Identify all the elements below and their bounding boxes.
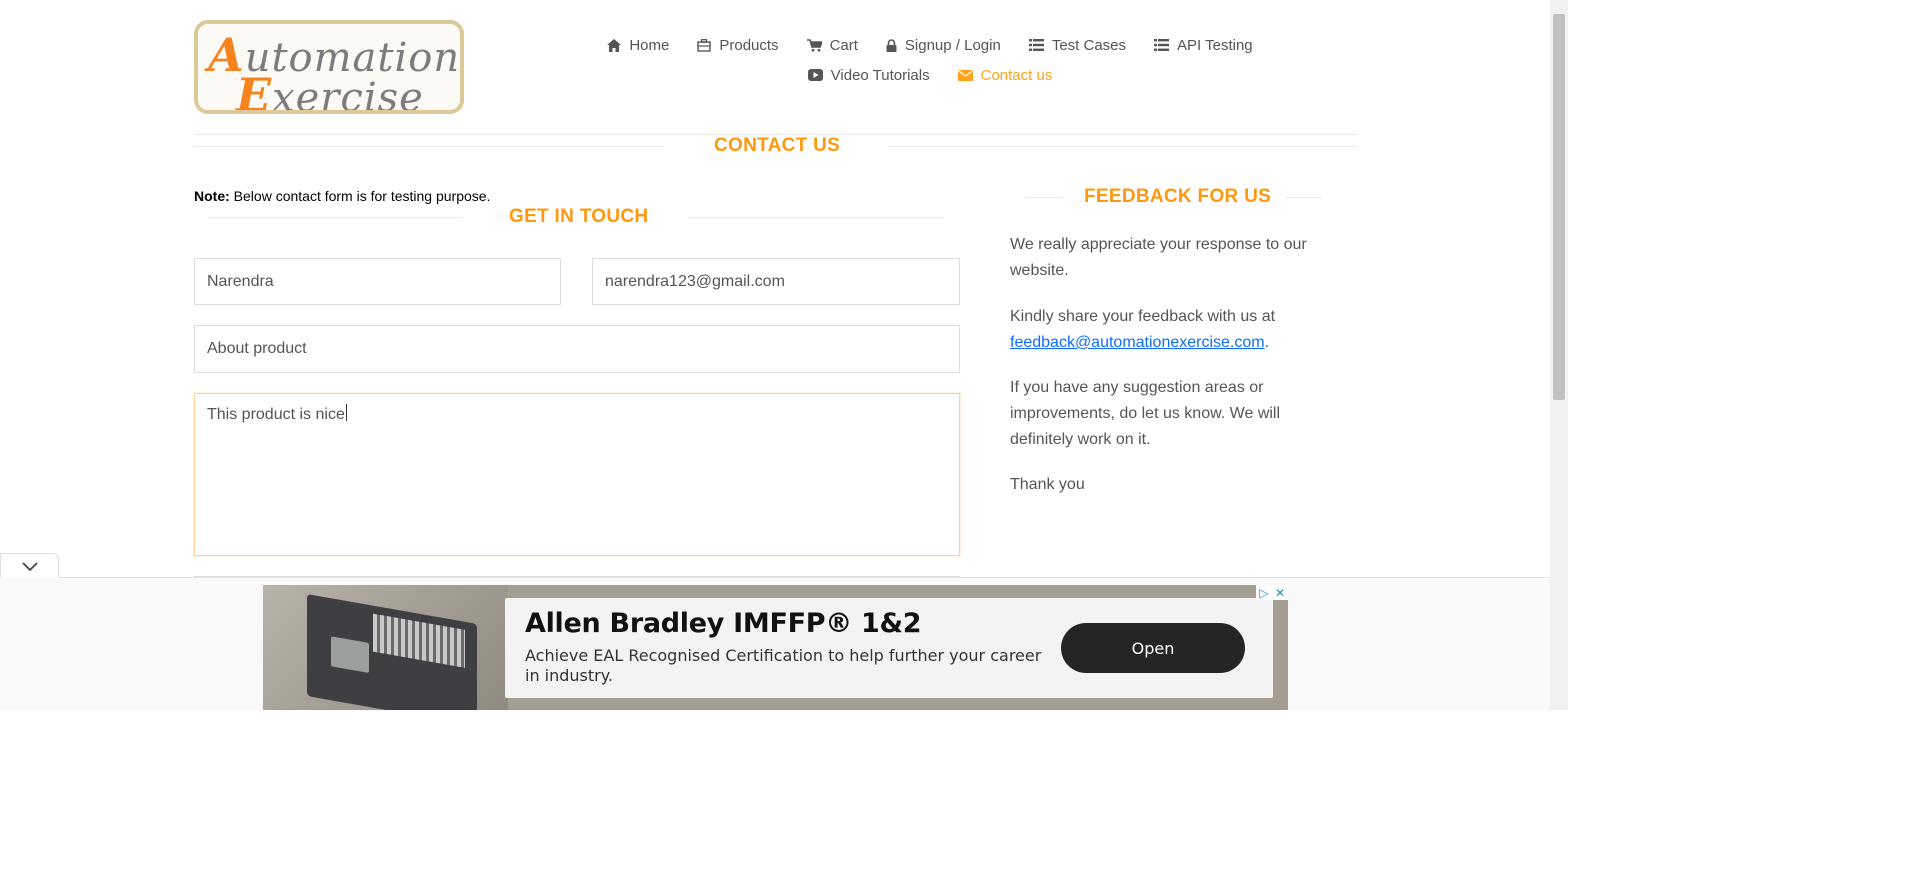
feedback-paragraph-2: Kindly share your feedback with us at fe… [1010, 308, 1276, 351]
envelope-icon [957, 69, 973, 81]
nav-cart[interactable]: Cart [806, 36, 858, 54]
nav-signup-login[interactable]: Signup / Login [886, 37, 1001, 54]
form-note: Note: Below contact form is for testing … [194, 188, 491, 204]
nav-video-tutorials-label: Video Tutorials [830, 66, 930, 84]
divider [1286, 197, 1322, 198]
nav-products[interactable]: Products [697, 36, 779, 54]
divider [1026, 197, 1062, 198]
nav-home[interactable]: Home [607, 37, 669, 54]
email-input[interactable]: narendra123@gmail.com [592, 258, 960, 305]
chevron-down-icon [21, 561, 38, 571]
list-icon [1154, 39, 1170, 51]
lock-icon [886, 38, 897, 52]
subject-input[interactable]: About product [194, 325, 960, 373]
nav-api-testing-label: API Testing [1177, 36, 1253, 54]
ad-open-button[interactable]: Open [1061, 623, 1245, 673]
ad-headline: Allen Bradley IMFFP® 1&2 [525, 608, 922, 639]
divider [208, 217, 463, 218]
form-title: GET IN TOUCH [509, 206, 649, 227]
nav-test-cases[interactable]: Test Cases [1028, 36, 1127, 54]
feedback-email-link[interactable]: feedback@automationexercise.com [1010, 334, 1265, 351]
adchoices-icon[interactable]: ▷ [1256, 585, 1272, 600]
nav-cart-label: Cart [829, 36, 858, 54]
divider [688, 217, 944, 218]
site-logo[interactable]: Automation Exercise [194, 20, 464, 114]
ad-banner[interactable]: Allen Bradley IMFFP® 1&2 Achieve EAL Rec… [263, 585, 1288, 710]
nav-products-label: Products [719, 36, 779, 54]
nav-contact-us-label: Contact us [980, 66, 1053, 84]
products-icon [697, 38, 712, 52]
feedback-paragraph-1: We really appreciate your response to ou… [1010, 236, 1307, 279]
ad-body: Achieve EAL Recognised Certification to … [525, 646, 1042, 685]
divider [888, 146, 1357, 147]
list-icon [1028, 39, 1044, 51]
nav-video-tutorials[interactable]: Video Tutorials [807, 66, 930, 84]
name-input[interactable]: Narendra [194, 258, 561, 305]
page-scrollbar[interactable] [1550, 0, 1568, 710]
logo-line-2: Exercise [236, 68, 424, 114]
feedback-title: FEEDBACK FOR US [1084, 186, 1272, 207]
message-textarea[interactable]: This product is nice [194, 393, 960, 556]
nav-test-cases-label: Test Cases [1051, 36, 1127, 54]
feedback-paragraph-3: If you have any suggestion areas or impr… [1010, 379, 1281, 448]
scrollbar-thumb[interactable] [1553, 14, 1565, 400]
home-icon [607, 38, 622, 52]
main-nav: Home Products Cart Signup / Login Test C… [580, 30, 1280, 90]
ad-image [263, 585, 508, 710]
nav-signup-login-label: Signup / Login [904, 36, 1001, 54]
page-title: CONTACT US [714, 135, 841, 156]
cart-icon [806, 38, 822, 52]
youtube-icon [807, 69, 823, 81]
close-icon[interactable]: ✕ [1272, 585, 1288, 600]
feedback-paragraph-4: Thank you [1010, 476, 1085, 493]
ad-card: Allen Bradley IMFFP® 1&2 Achieve EAL Rec… [505, 598, 1273, 698]
nav-contact-us[interactable]: Contact us [957, 66, 1053, 84]
nav-home-label: Home [629, 36, 670, 54]
nav-api-testing[interactable]: API Testing [1154, 37, 1253, 54]
ad-controls: ▷ ✕ [1256, 585, 1288, 600]
divider [194, 146, 664, 147]
ad-collapse-toggle[interactable] [0, 553, 59, 578]
